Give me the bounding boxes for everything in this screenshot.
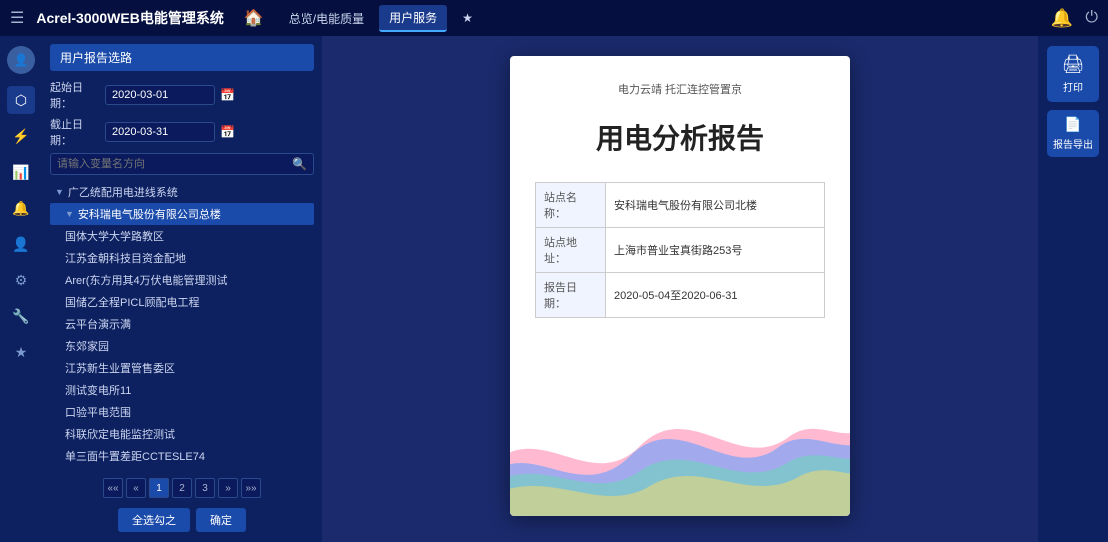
- report-card: 电力云靖 托汇连控管置京 用电分析报告 站点名称： 安科瑞电气股份有限公司北楼 …: [510, 56, 850, 516]
- nav-tabs: 总览/电能质量 用户服务 ★: [279, 5, 483, 32]
- info-label-0: 站点名称：: [536, 183, 606, 228]
- app-title: Acrel-3000WEB电能管理系统: [36, 8, 224, 28]
- page-1-btn[interactable]: 1: [149, 478, 169, 498]
- tree-list: ▼ 广乙统配用电进线系统 ▼ 安科瑞电气股份有限公司总楼 国体大学大学路教区 江…: [50, 181, 314, 470]
- start-date-label: 起始日期：: [50, 79, 100, 111]
- report-header-text: 电力云靖 托汇连控管置京: [535, 81, 825, 97]
- table-row: 站点名称： 安科瑞电气股份有限公司北楼: [536, 183, 825, 228]
- info-label-1: 站点地址：: [536, 228, 606, 273]
- nav-tab-overview[interactable]: 总览/电能质量: [279, 6, 374, 31]
- tree-item-7[interactable]: 东郊家园: [50, 335, 314, 357]
- tree-item-8[interactable]: 江苏新生业置管售委区: [50, 357, 314, 379]
- sidenav-item-settings[interactable]: ⚙: [7, 266, 35, 294]
- table-row: 报告日期： 2020-05-04至2020-06-31: [536, 273, 825, 318]
- select-all-button[interactable]: 全选勾之: [118, 508, 190, 532]
- start-date-calendar-icon[interactable]: 📅: [220, 88, 235, 102]
- end-date-calendar-icon[interactable]: 📅: [220, 125, 235, 139]
- tree-item-6[interactable]: 云平台演示满: [50, 313, 314, 335]
- sidenav-item-chart[interactable]: 📊: [7, 158, 35, 186]
- sidenav-item-lightning[interactable]: ⚡: [7, 122, 35, 150]
- tree-item-13[interactable]: 实科城银化科工程配的同乔.45: [50, 467, 314, 470]
- end-date-row: 截止日期： 📅: [50, 116, 314, 148]
- power-icon[interactable]: ⏻: [1085, 9, 1098, 27]
- info-label-2: 报告日期：: [536, 273, 606, 318]
- report-title: 用电分析报告: [535, 117, 825, 157]
- tree-item-3[interactable]: 江苏金朝科技目资金配地: [50, 247, 314, 269]
- sidenav: 👤 ⬡ ⚡ 📊 🔔 👤 ⚙ 🔧 ★: [0, 36, 42, 542]
- sidenav-item-person[interactable]: 👤: [7, 230, 35, 258]
- search-row: 🔍: [50, 153, 314, 175]
- tree-item-10[interactable]: 口验平电范围: [50, 401, 314, 423]
- sidenav-item-bell[interactable]: 🔔: [7, 194, 35, 222]
- page-prev-btn[interactable]: «: [126, 478, 146, 498]
- search-icon[interactable]: 🔍: [292, 157, 307, 171]
- info-value-2: 2020-05-04至2020-06-31: [606, 273, 825, 318]
- end-date-label: 截止日期：: [50, 116, 100, 148]
- home-icon[interactable]: 🏠: [244, 8, 264, 28]
- tree-item-9[interactable]: 测试变电所11: [50, 379, 314, 401]
- info-value-0: 安科瑞电气股份有限公司北楼: [606, 183, 825, 228]
- tree-item-12[interactable]: 单三面牛置差距CCTESLE74: [50, 445, 314, 467]
- page-2-btn[interactable]: 2: [172, 478, 192, 498]
- right-panel: 🖨 打印 📄 报告导出: [1038, 36, 1108, 542]
- notification-icon[interactable]: 🔔: [1051, 8, 1073, 29]
- wave-decoration: [510, 386, 850, 516]
- export-label: 报告导出: [1053, 136, 1093, 151]
- search-input[interactable]: [57, 158, 292, 170]
- nav-tab-star[interactable]: ★: [452, 7, 483, 29]
- start-date-input[interactable]: [105, 85, 215, 105]
- nav-tab-user-service[interactable]: 用户服务: [379, 5, 447, 32]
- menu-hamburger-icon[interactable]: ☰: [10, 8, 24, 28]
- content-area: 电力云靖 托汇连控管置京 用电分析报告 站点名称： 安科瑞电气股份有限公司北楼 …: [322, 36, 1038, 542]
- bottom-buttons: 全选勾之 确定: [50, 502, 314, 534]
- tree-item-5[interactable]: 国储乙全程PICL顾配电工程: [50, 291, 314, 313]
- export-button[interactable]: 📄 报告导出: [1047, 110, 1099, 157]
- print-label: 打印: [1063, 79, 1083, 94]
- info-value-1: 上海市普业宝真街路253号: [606, 228, 825, 273]
- pagination: «« « 1 2 3 » »»: [50, 474, 314, 502]
- print-button[interactable]: 🖨 打印: [1047, 46, 1099, 102]
- panel-title: 用户报告选路: [50, 44, 314, 71]
- tree-item-1[interactable]: ▼ 安科瑞电气股份有限公司总楼: [50, 203, 314, 225]
- page-first-btn[interactable]: ««: [103, 478, 123, 498]
- topbar: ☰ Acrel-3000WEB电能管理系统 🏠 总览/电能质量 用户服务 ★ 🔔…: [0, 0, 1108, 36]
- tree-item-0[interactable]: ▼ 广乙统配用电进线系统: [50, 181, 314, 203]
- page-next-btn[interactable]: »: [218, 478, 238, 498]
- end-date-input[interactable]: [105, 122, 215, 142]
- page-3-btn[interactable]: 3: [195, 478, 215, 498]
- sidenav-item-wrench[interactable]: 🔧: [7, 302, 35, 330]
- sidenav-item-dashboard[interactable]: ⬡: [7, 86, 35, 114]
- confirm-button[interactable]: 确定: [196, 508, 246, 532]
- report-info-table: 站点名称： 安科瑞电气股份有限公司北楼 站点地址： 上海市普业宝真街路253号 …: [535, 182, 825, 318]
- sidenav-item-star[interactable]: ★: [7, 338, 35, 366]
- page-last-btn[interactable]: »»: [241, 478, 261, 498]
- table-row: 站点地址： 上海市普业宝真街路253号: [536, 228, 825, 273]
- chevron-icon: ▼: [65, 209, 74, 219]
- export-icon: 📄: [1064, 116, 1081, 133]
- start-date-row: 起始日期： 📅: [50, 79, 314, 111]
- avatar[interactable]: 👤: [7, 46, 35, 74]
- tree-item-2[interactable]: 国体大学大学路教区: [50, 225, 314, 247]
- chevron-icon: ▼: [55, 187, 64, 197]
- topbar-right-icons: 🔔 ⏻: [1051, 8, 1098, 29]
- left-panel: 用户报告选路 起始日期： 📅 截止日期： 📅 🔍 ▼ 广乙统配用电进线系统 ▼ …: [42, 36, 322, 542]
- tree-item-4[interactable]: Arer(东方用其4万伏电能管理测试: [50, 269, 314, 291]
- printer-icon: 🖨: [1062, 54, 1085, 75]
- tree-item-11[interactable]: 科联欣定电能监控测试: [50, 423, 314, 445]
- main-layout: 👤 ⬡ ⚡ 📊 🔔 👤 ⚙ 🔧 ★ 用户报告选路 起始日期： 📅 截止日期： 📅…: [0, 36, 1108, 542]
